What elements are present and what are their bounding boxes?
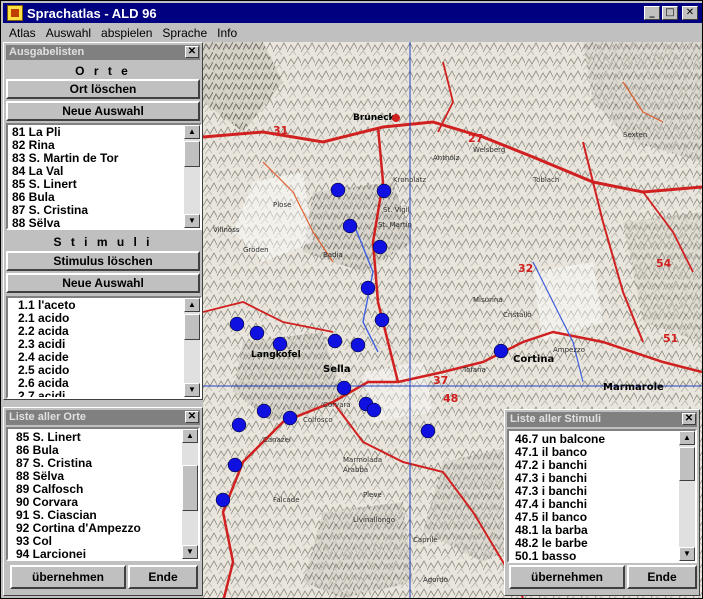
scroll-thumb[interactable]	[184, 314, 200, 340]
svg-text:St. Vigil: St. Vigil	[383, 206, 410, 214]
scroll-thumb[interactable]	[184, 141, 200, 167]
svg-text:Canazei: Canazei	[263, 436, 291, 444]
stimuli-listbox[interactable]: 1.1 l'aceto 2.1 acido 2.2 acida 2.3 acid…	[6, 296, 202, 399]
ausgabelisten-title: Ausgabelisten	[9, 46, 85, 58]
svg-text:Cortina: Cortina	[513, 354, 554, 365]
orte-scrollbar[interactable]: ▲ ▼	[184, 125, 200, 228]
svg-text:Toblach: Toblach	[532, 176, 559, 184]
svg-text:Falcade: Falcade	[273, 496, 300, 504]
neue-auswahl-stimuli-button[interactable]: Neue Auswahl	[6, 273, 200, 293]
liste-stimuli-titlebar: Liste aller Stimuli ✕	[507, 412, 697, 427]
svg-text:54: 54	[656, 257, 672, 270]
svg-text:Welsberg: Welsberg	[473, 146, 505, 154]
ausgabelisten-titlebar: Ausgabelisten ✕	[6, 45, 200, 60]
menu-bar: Atlas Auswahl abspielen Sprache Info	[3, 24, 702, 42]
svg-text:31: 31	[273, 124, 288, 137]
ausgabelisten-panel: Ausgabelisten ✕ O r t e Ort löschen Neue…	[3, 42, 203, 400]
menu-abspielen[interactable]: abspielen	[97, 26, 156, 40]
alle-orte-scrollbar[interactable]: ▲ ▼	[182, 429, 198, 559]
scroll-down-icon[interactable]: ▼	[182, 545, 198, 559]
stimuli-scrollbar[interactable]: ▲ ▼	[184, 298, 200, 397]
svg-text:Badia: Badia	[323, 251, 343, 259]
orte-listbox[interactable]: 81 La Pli 82 Rina 83 S. Martin de Tor 84…	[6, 123, 202, 230]
svg-text:Arabba: Arabba	[343, 466, 368, 474]
maximize-button[interactable]: □	[662, 6, 678, 20]
svg-text:Cristallo: Cristallo	[503, 311, 532, 319]
orte-ende-button[interactable]: Ende	[128, 565, 198, 589]
menu-sprache[interactable]: Sprache	[158, 26, 211, 40]
close-icon[interactable]: ✕	[682, 413, 696, 425]
svg-text:Caprile: Caprile	[413, 536, 438, 544]
ort-loeschen-button[interactable]: Ort löschen	[6, 79, 200, 99]
list-item[interactable]: 94 Larcionei	[16, 548, 198, 560]
liste-stimuli-title: Liste aller Stimuli	[510, 413, 602, 425]
orte-heading: O r t e	[75, 64, 131, 78]
svg-text:Plose: Plose	[273, 201, 291, 209]
menu-info[interactable]: Info	[213, 26, 241, 40]
svg-text:Sexten: Sexten	[623, 131, 647, 139]
orte-uebernehmen-button[interactable]: übernehmen	[10, 565, 126, 589]
svg-text:48: 48	[443, 392, 458, 405]
window-title: Sprachatlas - ALD 96	[27, 5, 157, 21]
svg-text:Kronplatz: Kronplatz	[393, 176, 426, 184]
alle-orte-listbox[interactable]: 85 S. Linert 86 Bula 87 S. Cristina 88 S…	[6, 427, 200, 561]
svg-text:Ampezzo: Ampezzo	[553, 346, 585, 354]
scroll-up-icon[interactable]: ▲	[184, 298, 200, 312]
neue-auswahl-orte-button[interactable]: Neue Auswahl	[6, 101, 200, 121]
scroll-up-icon[interactable]: ▲	[679, 431, 695, 445]
list-item[interactable]: 50.1 basso	[515, 550, 695, 562]
stimuli-ende-button[interactable]: Ende	[627, 565, 697, 589]
list-item[interactable]: 2.7 acidi	[18, 390, 200, 398]
svg-text:Antholz: Antholz	[433, 154, 460, 162]
menu-auswahl[interactable]: Auswahl	[42, 26, 95, 40]
scroll-thumb[interactable]	[679, 447, 695, 481]
svg-text:Gröden: Gröden	[243, 246, 269, 254]
svg-text:Marmarole: Marmarole	[603, 382, 664, 393]
svg-text:37: 37	[433, 374, 448, 387]
menu-atlas[interactable]: Atlas	[5, 26, 40, 40]
app-window: Sprachatlas - ALD 96 _ □ ✕ Atlas Auswahl…	[0, 0, 703, 599]
scroll-up-icon[interactable]: ▲	[184, 125, 200, 139]
svg-text:27: 27	[468, 132, 483, 145]
svg-text:Tofana: Tofana	[462, 366, 486, 374]
close-button[interactable]: ✕	[682, 6, 698, 20]
svg-text:Agordo: Agordo	[423, 576, 448, 584]
title-bar: Sprachatlas - ALD 96 _ □ ✕	[3, 3, 702, 23]
svg-text:Colfosco: Colfosco	[303, 416, 333, 424]
alle-stimuli-scrollbar[interactable]: ▲ ▼	[679, 431, 695, 561]
svg-text:Pieve: Pieve	[363, 491, 382, 499]
svg-text:Villnöss: Villnöss	[213, 226, 240, 234]
liste-orte-panel: Liste aller Orte ✕ 85 S. Linert 86 Bula …	[3, 407, 203, 596]
scroll-down-icon[interactable]: ▼	[184, 214, 200, 228]
scroll-up-icon[interactable]: ▲	[182, 429, 198, 443]
svg-text:Misurina: Misurina	[473, 296, 503, 304]
liste-orte-title: Liste aller Orte	[9, 411, 87, 423]
liste-stimuli-panel: Liste aller Stimuli ✕ 46.7 un balcone 47…	[504, 409, 700, 596]
stimuli-heading: S t i m u l i	[53, 235, 153, 249]
svg-text:51: 51	[663, 332, 678, 345]
scroll-thumb[interactable]	[182, 465, 198, 511]
list-item[interactable]: 88 Sëlva	[12, 217, 200, 229]
liste-orte-titlebar: Liste aller Orte ✕	[6, 410, 200, 425]
svg-text:Corvara: Corvara	[323, 401, 351, 409]
scroll-down-icon[interactable]: ▼	[679, 547, 695, 561]
stimulus-loeschen-button[interactable]: Stimulus löschen	[6, 251, 200, 271]
app-icon	[7, 5, 23, 21]
stimuli-uebernehmen-button[interactable]: übernehmen	[509, 565, 625, 589]
svg-text:Langkofel: Langkofel	[251, 350, 301, 360]
close-icon[interactable]: ✕	[185, 411, 199, 423]
svg-text:St. Martin: St. Martin	[378, 221, 412, 229]
svg-text:32: 32	[518, 262, 533, 275]
svg-text:Marmolada: Marmolada	[343, 456, 382, 464]
svg-text:Bruneck: Bruneck	[353, 113, 396, 123]
scroll-down-icon[interactable]: ▼	[184, 383, 200, 397]
minimize-button[interactable]: _	[644, 6, 660, 20]
svg-text:Livinallongo: Livinallongo	[353, 516, 395, 524]
svg-text:Sella: Sella	[323, 364, 351, 375]
close-icon[interactable]: ✕	[185, 46, 199, 58]
alle-stimuli-listbox[interactable]: 46.7 un balcone 47.1 il banco 47.2 i ban…	[507, 429, 697, 563]
